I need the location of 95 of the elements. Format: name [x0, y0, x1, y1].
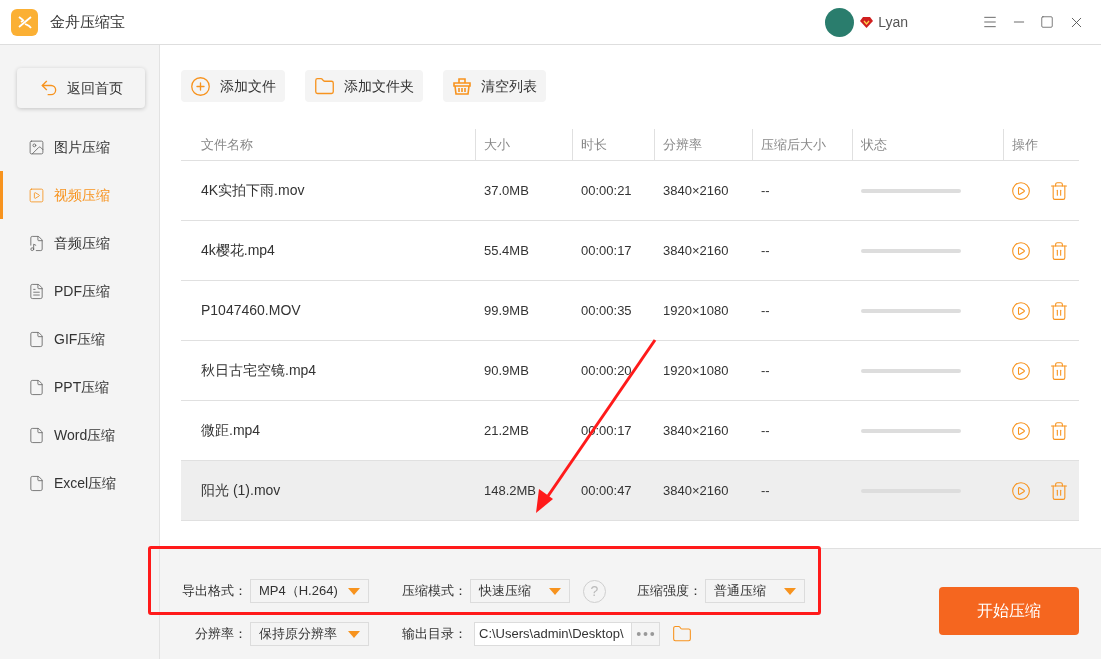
more-icon[interactable]	[631, 623, 659, 645]
sidebar-item[interactable]: 图片压缩	[0, 123, 159, 171]
play-icon	[28, 186, 45, 204]
column-header: 文件名称	[201, 135, 253, 154]
play-icon[interactable]	[1011, 180, 1031, 201]
file-size: 21.2MB	[484, 423, 529, 438]
add-icon	[190, 75, 211, 97]
duration: 00:00:17	[581, 243, 632, 258]
resolution: 3840×2160	[663, 183, 729, 198]
dropdown[interactable]: 快速压缩	[470, 579, 570, 603]
caret-icon	[549, 587, 561, 595]
play-icon[interactable]	[1011, 360, 1031, 381]
play-icon[interactable]	[1011, 420, 1031, 441]
maximize-icon[interactable]	[1040, 15, 1054, 29]
file-name: 阳光 (1).mov	[201, 482, 281, 498]
file-icon	[28, 378, 45, 396]
delete-icon[interactable]	[1049, 240, 1069, 261]
sidebar-item[interactable]: PPT压缩	[0, 363, 159, 411]
setting-label: 导出格式：	[181, 582, 247, 601]
caret-icon	[348, 587, 360, 595]
compressed-size: --	[761, 363, 770, 378]
delete-icon[interactable]	[1049, 180, 1069, 201]
resolution: 1920×1080	[663, 303, 729, 318]
column-header: 分辨率	[663, 135, 702, 154]
folder-icon[interactable]	[672, 624, 692, 644]
dropdown[interactable]: 普通压缩	[705, 579, 805, 603]
dropdown[interactable]: MP4（H.264)	[250, 579, 369, 603]
folder-icon	[314, 75, 335, 97]
play-icon[interactable]	[1011, 300, 1031, 321]
play-icon[interactable]	[1011, 240, 1031, 261]
resolution: 3840×2160	[663, 423, 729, 438]
dropdown[interactable]: 保持原分辨率	[250, 622, 369, 646]
compressed-size: --	[761, 303, 770, 318]
window-title: 金舟压缩宝	[50, 11, 125, 32]
basket-icon	[452, 76, 472, 96]
toolbar-button[interactable]: 清空列表	[443, 70, 546, 102]
menu-icon[interactable]	[982, 14, 998, 30]
setting-label: 压缩强度：	[636, 582, 702, 601]
file-size: 55.4MB	[484, 243, 529, 258]
caret-icon	[348, 630, 360, 638]
compressed-size: --	[761, 183, 770, 198]
caret-icon	[784, 587, 796, 595]
column-header: 压缩后大小	[761, 135, 826, 154]
compressed-size: --	[761, 243, 770, 258]
resolution: 3840×2160	[663, 483, 729, 498]
sidebar-item[interactable]: Excel压缩	[0, 459, 159, 507]
file-name: P1047460.MOV	[201, 302, 301, 318]
compressed-size: --	[761, 483, 770, 498]
back-home-button[interactable]: 返回首页	[17, 68, 145, 108]
file-name: 秋日古宅空镜.mp4	[201, 362, 317, 378]
setting-label: 分辨率：	[194, 625, 247, 644]
delete-icon[interactable]	[1049, 480, 1069, 501]
file-size: 37.0MB	[484, 183, 529, 198]
gem-icon	[860, 15, 874, 29]
column-header: 操作	[1012, 135, 1038, 154]
column-header: 大小	[484, 135, 510, 154]
duration: 00:00:35	[581, 303, 632, 318]
compressed-size: --	[761, 423, 770, 438]
setting-label: 压缩模式：	[401, 582, 467, 601]
user-name: Lyan	[878, 12, 908, 32]
delete-icon[interactable]	[1049, 360, 1069, 381]
resolution: 1920×1080	[663, 363, 729, 378]
app-logo	[11, 8, 38, 36]
duration: 00:00:20	[581, 363, 632, 378]
toolbar-button[interactable]: 添加文件夹	[305, 70, 423, 102]
delete-icon[interactable]	[1049, 420, 1069, 441]
setting-label: 输出目录：	[401, 625, 467, 644]
file-icon	[28, 330, 45, 348]
file-name: 微距.mp4	[201, 422, 261, 438]
file-icon	[28, 474, 45, 492]
music-file-icon	[28, 234, 45, 252]
duration: 00:00:47	[581, 483, 632, 498]
file-size: 99.9MB	[484, 303, 529, 318]
image-icon	[28, 138, 45, 156]
toolbar-button[interactable]: 添加文件	[181, 70, 285, 102]
file-icon	[28, 426, 45, 444]
resolution: 3840×2160	[663, 243, 729, 258]
file-size: 148.2MB	[484, 483, 537, 498]
sidebar-item[interactable]: Word压缩	[0, 411, 159, 459]
column-header: 时长	[581, 135, 607, 154]
sidebar-item[interactable]: PDF压缩	[0, 267, 159, 315]
file-icon	[28, 282, 45, 300]
column-header: 状态	[861, 135, 887, 154]
file-size: 90.9MB	[484, 363, 529, 378]
sidebar-item[interactable]: GIF压缩	[0, 315, 159, 363]
table-row[interactable]: 阳光 (1).mov 148.2MB 00:00:47 3840×2160 --	[181, 461, 1079, 521]
duration: 00:00:21	[581, 183, 632, 198]
file-name: 4K实拍下雨.mov	[201, 182, 305, 198]
sidebar-item[interactable]: 音频压缩	[0, 219, 159, 267]
delete-icon[interactable]	[1049, 300, 1069, 321]
back-arrow-icon	[39, 78, 59, 98]
output-path-field[interactable]: C:\Users\admin\Desktop\	[474, 622, 660, 646]
file-name: 4k樱花.mp4	[201, 242, 275, 258]
avatar[interactable]	[825, 7, 855, 37]
play-icon[interactable]	[1011, 480, 1031, 501]
